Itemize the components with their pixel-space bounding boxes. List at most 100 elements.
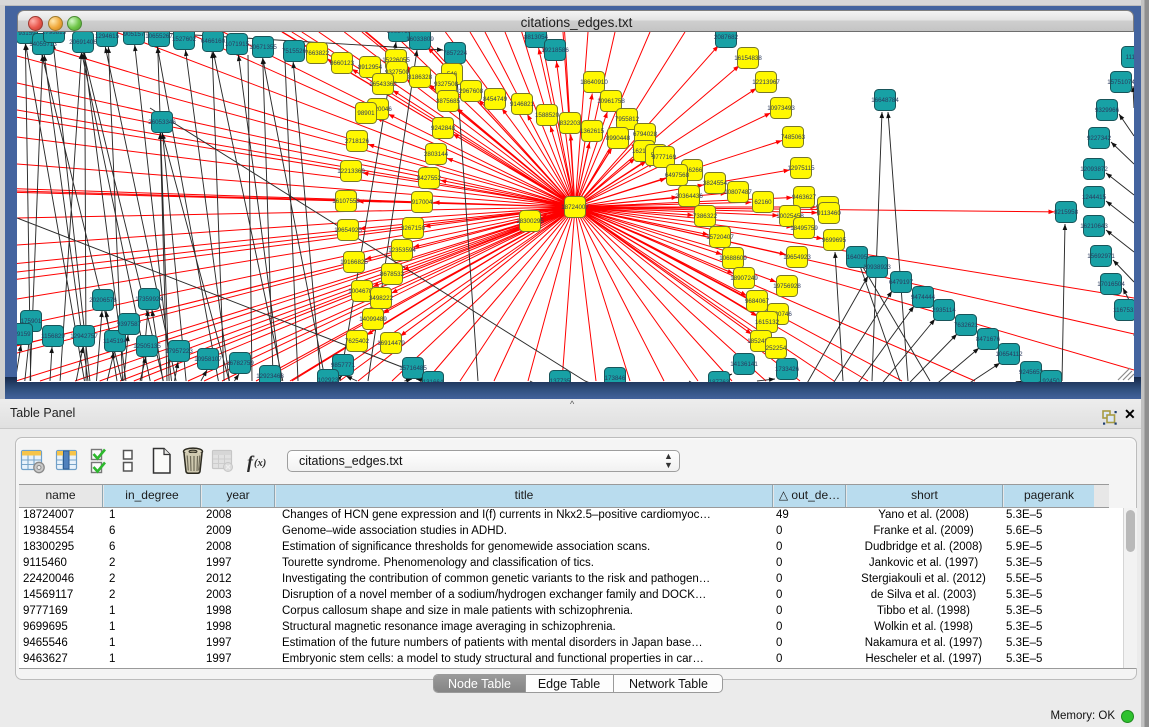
svg-text:137735: 137735	[550, 378, 571, 382]
svg-text:10688609: 10688609	[719, 255, 747, 262]
svg-text:19654923: 19654923	[783, 254, 811, 261]
svg-text:39159: 39159	[17, 331, 31, 338]
svg-text:98901: 98901	[357, 110, 375, 117]
svg-text:16107553: 16107553	[332, 198, 360, 205]
svg-text:12975115: 12975115	[787, 165, 815, 172]
svg-text:9245652: 9245652	[1019, 369, 1044, 376]
svg-text:12213967: 12213967	[752, 79, 780, 86]
svg-text:16914479: 16914479	[377, 340, 405, 347]
svg-text:19654925: 19654925	[334, 227, 362, 234]
svg-text:8990448: 8990448	[606, 135, 631, 142]
svg-text:19166825: 19166825	[340, 259, 368, 266]
svg-text:10958107: 10958107	[194, 356, 222, 363]
svg-text:14099489: 14099489	[359, 316, 387, 323]
svg-text:1117: 1117	[1126, 54, 1134, 61]
svg-text:20691406: 20691406	[69, 39, 97, 46]
svg-text:12942757: 12942757	[70, 333, 98, 340]
svg-text:9146821: 9146821	[510, 101, 535, 108]
svg-text:10973493: 10973493	[767, 105, 795, 112]
svg-text:7663822: 7663822	[305, 50, 330, 57]
svg-text:10938923: 10938923	[863, 264, 891, 271]
svg-text:9327508: 9327508	[434, 81, 459, 88]
svg-text:1071915: 1071915	[225, 41, 250, 48]
svg-text:1588520: 1588520	[535, 112, 560, 119]
svg-text:12353594: 12353594	[388, 247, 416, 254]
svg-text:18640910: 18640910	[580, 79, 608, 86]
svg-text:8186328: 8186328	[408, 74, 433, 81]
svg-text:16154838: 16154838	[734, 55, 762, 62]
svg-text:9329966: 9329966	[1095, 107, 1120, 114]
svg-text:2803144: 2803144	[424, 151, 449, 158]
svg-text:7515526: 7515526	[282, 48, 307, 55]
svg-text:62160: 62160	[754, 199, 772, 206]
svg-text:9397587: 9397587	[117, 321, 142, 328]
svg-text:26053346: 26053346	[148, 119, 176, 126]
svg-text:18495759: 18495759	[790, 225, 818, 232]
svg-text:2718126: 2718126	[345, 138, 370, 145]
svg-text:3875685: 3875685	[436, 98, 461, 105]
svg-text:16543362: 16543362	[369, 81, 397, 88]
svg-text:10654112: 10654112	[995, 351, 1023, 358]
svg-text:173846: 173846	[605, 375, 626, 382]
svg-text:7386322: 7386322	[693, 213, 718, 220]
svg-text:3498222: 3498222	[369, 295, 394, 302]
svg-text:18907249: 18907249	[730, 275, 758, 282]
svg-text:6794028: 6794028	[633, 131, 658, 138]
svg-text:9777169: 9777169	[652, 154, 677, 161]
svg-text:10655267: 10655267	[145, 33, 173, 40]
svg-text:8660123: 8660123	[330, 60, 355, 67]
svg-text:10671355: 10671355	[249, 44, 277, 51]
svg-text:252254: 252254	[766, 345, 787, 352]
svg-text:16648784: 16648784	[871, 97, 899, 104]
svg-text:18724007: 18724007	[561, 204, 589, 211]
svg-text:8678532: 8678532	[380, 271, 405, 278]
svg-text:7955812: 7955812	[615, 116, 640, 123]
svg-text:1145194: 1145194	[103, 338, 127, 345]
svg-text:17016504: 17016504	[1097, 281, 1125, 288]
svg-text:1244415: 1244415	[1082, 194, 1107, 201]
svg-text:10807487: 10807487	[724, 189, 752, 196]
svg-text:3215958: 3215958	[1054, 209, 1079, 216]
svg-text:15716485: 15716485	[399, 365, 427, 372]
svg-text:3824554: 3824554	[703, 180, 728, 187]
svg-text:8912954: 8912954	[358, 64, 383, 71]
svg-text:2793815: 2793815	[42, 32, 67, 36]
svg-text:17957223: 17957223	[165, 348, 193, 355]
svg-text:6497568: 6497568	[665, 172, 690, 179]
svg-text:131664: 131664	[423, 379, 444, 382]
svg-text:7625402: 7625402	[345, 338, 370, 345]
svg-text:9463627: 9463627	[792, 194, 817, 201]
svg-text:1362615: 1362615	[580, 128, 605, 135]
svg-text:102923: 102923	[318, 377, 339, 382]
svg-text:19218586: 19218586	[541, 47, 569, 54]
svg-text:8813054: 8813054	[524, 34, 549, 41]
svg-text:10961758: 10961758	[597, 98, 625, 105]
svg-text:2093719: 2093719	[387, 32, 412, 35]
svg-text:9699695: 9699695	[822, 237, 847, 244]
svg-text:17359924: 17359924	[135, 296, 163, 303]
svg-text:9113460: 9113460	[817, 210, 841, 217]
svg-text:12923468: 12923468	[256, 373, 284, 380]
svg-text:1733426: 1733426	[775, 366, 800, 373]
svg-text:3267150: 3267150	[401, 225, 426, 232]
svg-text:12093872: 12093872	[1080, 166, 1108, 173]
svg-text:16782759: 16782759	[226, 360, 254, 367]
svg-text:15692971: 15692971	[1087, 253, 1115, 260]
svg-text:9242848: 9242848	[431, 125, 456, 132]
svg-text:16033809: 16033809	[406, 36, 434, 43]
svg-text:905157: 905157	[124, 32, 145, 38]
svg-text:9684067: 9684067	[745, 298, 770, 305]
svg-text:19756928: 19756928	[773, 283, 801, 290]
svg-text:6466160: 6466160	[201, 38, 226, 45]
svg-text:6479197: 6479197	[889, 279, 914, 286]
svg-text:20206576: 20206576	[89, 297, 117, 304]
svg-text:(x): (x)	[254, 458, 266, 469]
svg-text:1167531: 1167531	[1113, 307, 1134, 314]
svg-text:20364436: 20364436	[675, 193, 703, 200]
svg-text:832203: 832203	[560, 120, 581, 127]
svg-text:9227342: 9227342	[1087, 135, 1112, 142]
svg-text:18300295: 18300295	[516, 218, 544, 225]
svg-text:9474444: 9474444	[911, 294, 936, 301]
svg-text:15751074: 15751074	[1107, 79, 1134, 86]
svg-text:9857771: 9857771	[331, 362, 356, 369]
